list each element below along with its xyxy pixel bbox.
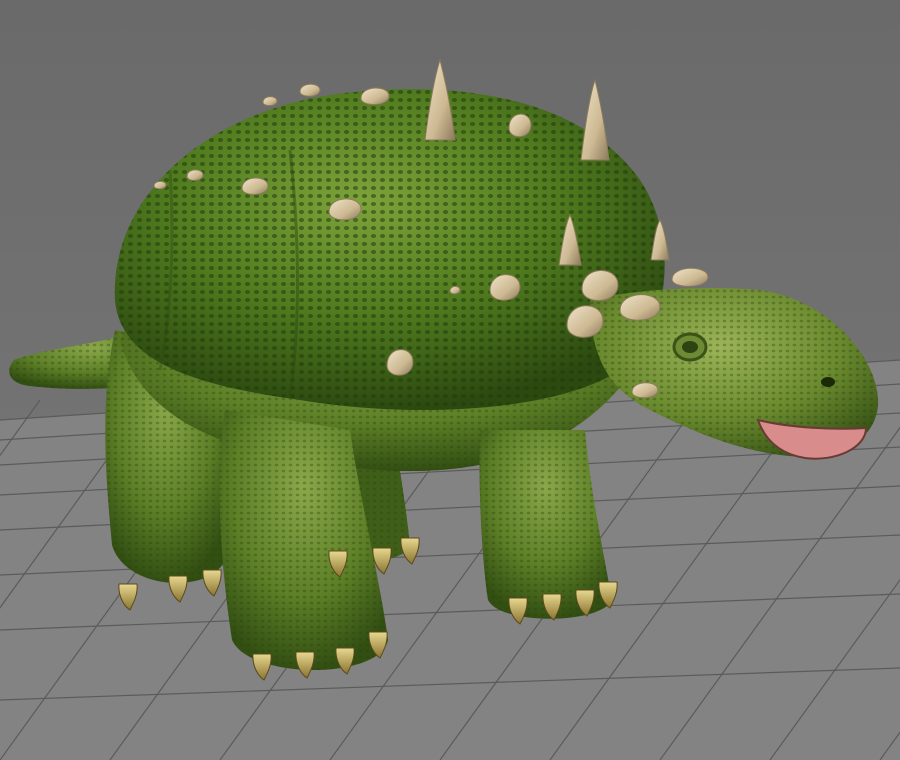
spike — [508, 113, 532, 138]
spike — [262, 96, 278, 107]
spike — [186, 169, 204, 181]
spike — [631, 382, 659, 399]
spike — [153, 180, 167, 190]
spike — [671, 267, 709, 287]
spike — [581, 270, 619, 301]
spike — [299, 83, 321, 97]
nostril — [821, 377, 835, 387]
spike — [619, 294, 661, 321]
spike — [360, 87, 390, 106]
spike — [386, 349, 414, 376]
3d-viewport[interactable] — [0, 0, 900, 760]
spike — [489, 274, 521, 301]
spike — [328, 198, 362, 221]
spike — [449, 285, 461, 295]
ankylosaur-render — [0, 0, 900, 760]
spike — [241, 177, 269, 196]
